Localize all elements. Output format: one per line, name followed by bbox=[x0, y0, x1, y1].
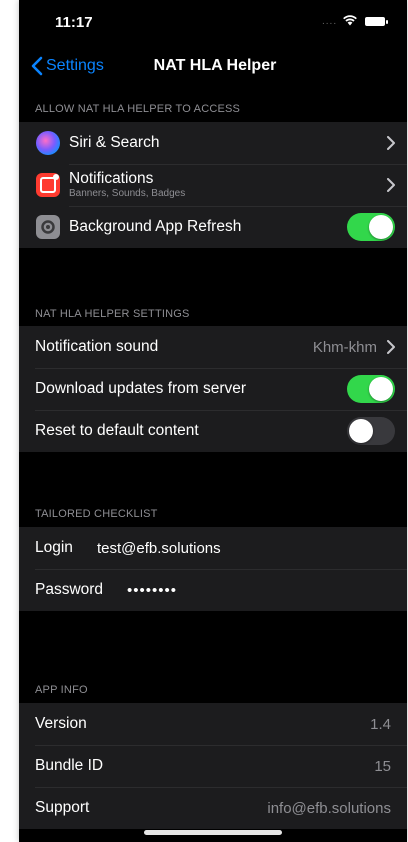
background-refresh-toggle[interactable] bbox=[347, 213, 395, 241]
chevron-right-icon bbox=[387, 178, 395, 192]
signal-indicator: .... bbox=[322, 16, 338, 27]
status-time: 11:17 bbox=[55, 14, 93, 31]
gear-icon bbox=[36, 215, 60, 239]
background-refresh-row: Background App Refresh bbox=[19, 206, 407, 248]
chevron-right-icon bbox=[387, 136, 395, 150]
home-indicator[interactable] bbox=[144, 830, 282, 835]
bundle-id-row: Bundle ID 15 bbox=[19, 745, 407, 787]
login-row: Login test@efb.solutions bbox=[19, 527, 407, 569]
toggle-knob bbox=[349, 419, 373, 443]
background-refresh-label: Background App Refresh bbox=[69, 218, 242, 235]
password-field[interactable]: •••••••• bbox=[127, 582, 177, 599]
password-label: Password bbox=[35, 581, 104, 598]
version-row: Version 1.4 bbox=[19, 703, 407, 745]
section-header-settings: NAT HLA HELPER SETTINGS bbox=[35, 308, 190, 320]
password-row: Password •••••••• bbox=[19, 569, 407, 611]
download-updates-row: Download updates from server bbox=[19, 368, 407, 410]
phone-screen: 11:17 .... Settings NAT HLA Helper ALLOW… bbox=[19, 0, 407, 842]
notification-sound-label: Notification sound bbox=[35, 338, 159, 355]
section-header-access: ALLOW NAT HLA HELPER TO ACCESS bbox=[35, 103, 241, 115]
reset-default-toggle[interactable] bbox=[347, 417, 395, 445]
notification-sound-value: Khm-khm bbox=[312, 338, 377, 356]
reset-default-row: Reset to default content bbox=[19, 410, 407, 452]
settings-group: Notification sound Khm-khm Download upda… bbox=[19, 326, 407, 452]
siri-search-row[interactable]: Siri & Search bbox=[19, 122, 407, 164]
status-bar: 11:17 .... bbox=[19, 0, 407, 48]
version-value: 1.4 bbox=[370, 715, 391, 733]
section-header-checklist: TAILORED CHECKLIST bbox=[35, 508, 158, 520]
app-info-group: Version 1.4 Bundle ID 15 Support info@ef… bbox=[19, 703, 407, 829]
reset-default-label: Reset to default content bbox=[35, 422, 199, 439]
battery-icon bbox=[365, 17, 388, 26]
login-field[interactable]: test@efb.solutions bbox=[97, 540, 221, 557]
siri-icon bbox=[36, 131, 60, 155]
siri-search-label: Siri & Search bbox=[69, 134, 160, 151]
page-title: NAT HLA Helper bbox=[153, 57, 277, 74]
navigation-bar: Settings NAT HLA Helper bbox=[19, 48, 407, 88]
download-updates-toggle[interactable] bbox=[347, 375, 395, 403]
notifications-row[interactable]: Notifications Banners, Sounds, Badges bbox=[19, 164, 407, 206]
download-updates-label: Download updates from server bbox=[35, 380, 247, 397]
support-row: Support info@efb.solutions bbox=[19, 787, 407, 829]
login-label: Login bbox=[35, 539, 73, 556]
notification-sound-row[interactable]: Notification sound Khm-khm bbox=[19, 326, 407, 368]
access-group: Siri & Search Notifications Banners, Sou… bbox=[19, 122, 407, 248]
toggle-knob bbox=[369, 377, 393, 401]
support-label: Support bbox=[35, 799, 90, 816]
toggle-knob bbox=[369, 215, 393, 239]
bundle-id-label: Bundle ID bbox=[35, 757, 104, 774]
notifications-label: Notifications bbox=[69, 170, 154, 187]
notifications-sublabel: Banners, Sounds, Badges bbox=[69, 188, 186, 199]
checklist-group: Login test@efb.solutions Password ••••••… bbox=[19, 527, 407, 611]
version-label: Version bbox=[35, 715, 87, 732]
support-value[interactable]: info@efb.solutions bbox=[267, 800, 391, 817]
chevron-right-icon bbox=[387, 340, 395, 354]
wifi-icon bbox=[342, 13, 358, 31]
section-header-app-info: APP INFO bbox=[35, 684, 88, 696]
notifications-icon bbox=[36, 173, 60, 197]
bundle-id-value: 15 bbox=[374, 757, 391, 775]
